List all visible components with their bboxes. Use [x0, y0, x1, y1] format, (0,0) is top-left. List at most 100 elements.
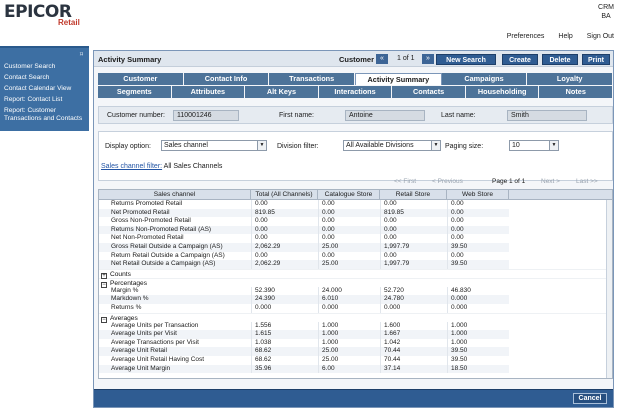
row-value: 0.00: [318, 208, 380, 218]
nav-sign-out[interactable]: Sign Out: [587, 33, 614, 40]
row-value: 24.000: [318, 286, 380, 296]
tab-attributes[interactable]: Attributes: [171, 86, 246, 98]
grid-scrollbar[interactable]: [606, 200, 612, 378]
tab-contacts[interactable]: Contacts: [392, 86, 466, 98]
tab-alt-keys[interactable]: Alt Keys: [245, 86, 319, 98]
row-value: 1.667: [380, 330, 447, 339]
new-search-button[interactable]: New Search: [436, 54, 496, 65]
crm-line-1: CRM: [598, 4, 614, 11]
tab-notes[interactable]: Notes: [539, 86, 614, 98]
group-counts[interactable]: + Counts: [99, 268, 612, 279]
display-option-select[interactable]: Sales channel ▼: [161, 140, 267, 151]
expand-icon[interactable]: +: [101, 272, 107, 279]
sidebar-item-customer-search[interactable]: Customer Search: [2, 62, 87, 73]
row-label: Net Non-Promoted Retail: [111, 234, 184, 242]
nav-help[interactable]: Help: [558, 33, 572, 40]
row-value: 1.000: [318, 330, 380, 339]
sidebar-item-contact-search[interactable]: Contact Search: [2, 73, 87, 84]
sidebar: ⌑ Customer Search Contact Search Contact…: [0, 46, 89, 410]
print-button[interactable]: Print: [582, 54, 610, 65]
col-retail-store[interactable]: Retail Store: [380, 190, 447, 199]
row-value: 25.00: [318, 347, 380, 356]
row-value: 1.000: [318, 321, 380, 331]
customer-pager-text: 1 of 1: [397, 55, 415, 62]
chevron-down-icon: ▼: [549, 141, 558, 150]
grid-body: Returns Promoted Retail 0.00 0.00 0.00 0.00 N…: [99, 200, 612, 374]
next-customer-icon[interactable]: »: [422, 54, 434, 64]
row-label: Average Unit Retail Having Cost: [111, 355, 205, 363]
row-label: Average Units per Visit: [99, 330, 251, 339]
row-value: 0.00: [447, 251, 509, 261]
table-row: Gross Retail Outside a Campaign (AS) 2,06…: [99, 242, 612, 252]
chevron-down-icon: ▼: [431, 141, 440, 150]
nav-preferences[interactable]: Preferences: [507, 33, 545, 40]
tab-customer[interactable]: Customer: [98, 73, 184, 85]
tab-activity-summary[interactable]: Activity Summary: [355, 73, 442, 85]
row-value: 37.14: [380, 364, 447, 374]
pager-first[interactable]: << First: [394, 178, 416, 185]
division-filter-label: Division filter:: [277, 143, 319, 150]
pager-next[interactable]: Next >: [541, 178, 560, 185]
display-option-label: Display option:: [105, 143, 151, 150]
table-row: Average Unit Retail Having Cost 68.62 25.0…: [99, 355, 612, 365]
tab-transactions[interactable]: Transactions: [269, 73, 356, 85]
customer-label: Customer: [339, 55, 375, 64]
row-value: 6.010: [318, 295, 380, 304]
col-sales-channel[interactable]: Sales channel: [99, 190, 251, 199]
tab-householding[interactable]: Householding: [465, 86, 540, 98]
group-label: Averages: [110, 314, 138, 322]
row-value: 0.00: [251, 225, 318, 235]
division-filter-select[interactable]: All Available Divisions ▼: [343, 140, 441, 151]
customer-number-field: 110001246: [173, 110, 239, 121]
table-row: Average Unit Margin 35.96 6.00 37.14 18.50: [99, 364, 612, 374]
row-value: 0.00: [318, 234, 380, 243]
row-value: 1.000: [447, 338, 509, 348]
row-value: 39.50: [447, 260, 509, 269]
pin-icon[interactable]: ⌑: [80, 51, 83, 58]
group-percentages[interactable]: − Percentages: [99, 277, 612, 288]
col-total[interactable]: Total (All Channels): [251, 190, 318, 199]
row-value: 0.00: [380, 217, 447, 226]
sidebar-item-report-contact-list[interactable]: Report: Contact List: [2, 95, 87, 106]
row-value: 39.50: [447, 242, 509, 252]
tab-strip: Customer Contact Info Transactions Activ…: [98, 73, 614, 99]
tab-contact-info[interactable]: Contact Info: [183, 73, 270, 85]
row-value: 39.50: [447, 355, 509, 365]
pager-previous[interactable]: < Previous: [432, 178, 463, 185]
row-value: 0.00: [447, 217, 509, 226]
prev-customer-icon[interactable]: «: [376, 54, 388, 64]
sidebar-item-report-transactions[interactable]: Report: Customer Transactions and Contac…: [2, 106, 87, 125]
create-button[interactable]: Create: [502, 54, 538, 65]
sidebar-panel: ⌑ Customer Search Contact Search Contact…: [0, 46, 89, 131]
main-panel: Activity Summary Customer « 1 of 1 » New…: [93, 50, 614, 408]
col-web-store[interactable]: Web Store: [447, 190, 509, 199]
row-value: 1.000: [447, 330, 509, 339]
paging-size-value: 10: [512, 142, 520, 149]
delete-button[interactable]: Delete: [542, 54, 578, 65]
paging-size-select[interactable]: 10 ▼: [509, 140, 559, 151]
sales-channel-filter-link[interactable]: Sales channel filter:: [101, 163, 162, 170]
tab-segments[interactable]: Segments: [98, 86, 172, 98]
cancel-button[interactable]: Cancel: [573, 393, 607, 404]
sidebar-item-contact-calendar[interactable]: Contact Calendar View: [2, 84, 87, 95]
last-name-label: Last name:: [441, 112, 476, 119]
table-row: Average Unit Retail 68.62 25.00 70.44 39.50: [99, 347, 612, 356]
row-label: Gross Retail Outside a Campaign (AS): [99, 242, 251, 252]
row-label: Average Unit Retail: [99, 347, 251, 356]
pager-last[interactable]: Last >>: [576, 178, 598, 185]
row-value: 1.615: [251, 330, 318, 339]
last-name-field: Smith: [507, 110, 587, 121]
row-value: 0.00: [380, 225, 447, 235]
row-value: 70.44: [380, 347, 447, 356]
group-averages[interactable]: − Averages: [99, 312, 612, 323]
row-value: 0.000: [251, 303, 318, 313]
tab-loyalty[interactable]: Loyalty: [527, 73, 614, 85]
col-catalogue-store[interactable]: Catalogue Store: [318, 190, 380, 199]
tab-campaigns[interactable]: Campaigns: [441, 73, 528, 85]
row-value: 70.44: [380, 355, 447, 365]
row-value: 39.50: [447, 347, 509, 356]
table-row: Net Promoted Retail 819.85 0.00 819.85 0.00: [99, 208, 612, 218]
row-value: 0.00: [318, 251, 380, 261]
tab-interactions[interactable]: Interactions: [318, 86, 393, 98]
table-row: Returns Promoted Retail 0.00 0.00 0.00 0.00: [99, 200, 612, 209]
